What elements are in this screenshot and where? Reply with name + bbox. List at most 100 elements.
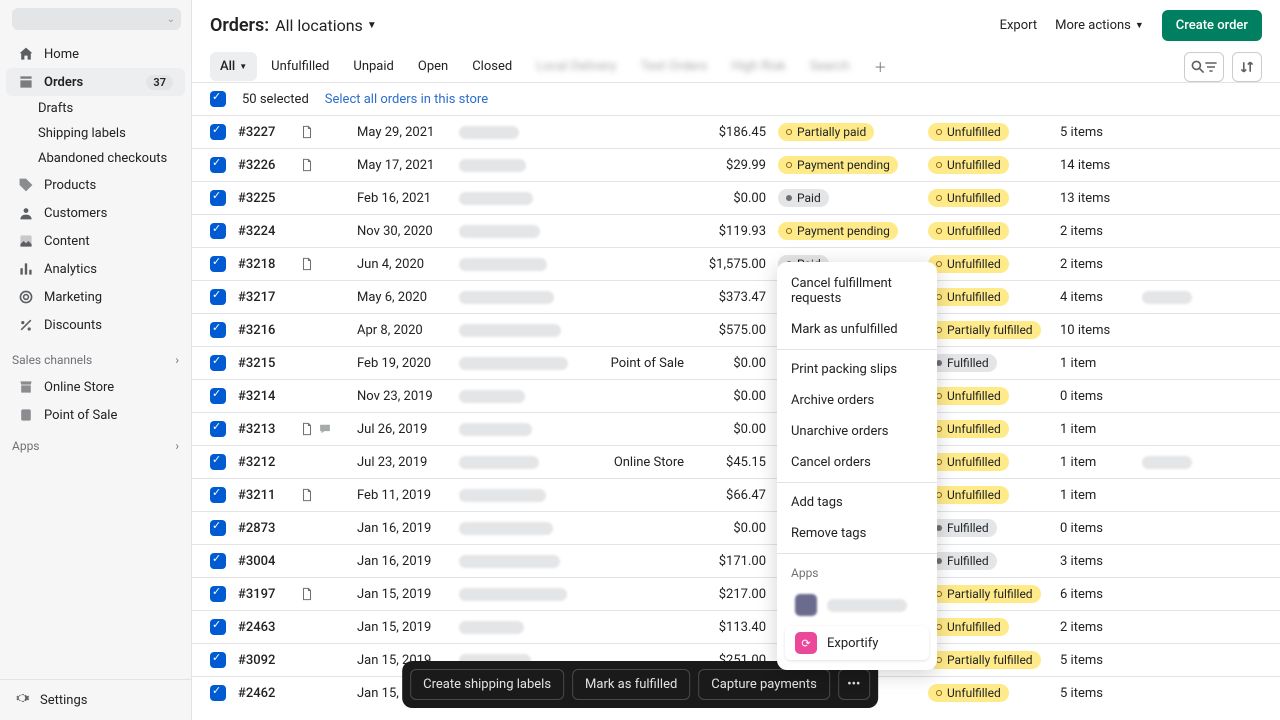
action-archive[interactable]: Archive orders xyxy=(777,385,937,416)
action-remove-tags[interactable]: Remove tags xyxy=(777,518,937,549)
nav-content[interactable]: Content xyxy=(6,227,185,255)
nav-label: Customers xyxy=(44,206,107,221)
order-notes xyxy=(300,158,345,172)
order-row[interactable]: #3197 Jan 15, 2019 $217.00 Partially ful… xyxy=(192,577,1280,610)
row-checkbox[interactable] xyxy=(210,223,226,239)
tab-custom[interactable]: Search xyxy=(800,52,860,81)
order-row[interactable]: #3226 May 17, 2021 $29.99 Payment pendin… xyxy=(192,148,1280,181)
action-add-tags[interactable]: Add tags xyxy=(777,487,937,518)
add-tab-button[interactable]: ＋ xyxy=(864,51,897,82)
nav-abandoned-checkouts[interactable]: Abandoned checkouts xyxy=(0,146,191,171)
channel-pos[interactable]: Point of Sale xyxy=(6,401,185,429)
nav-settings[interactable]: Settings xyxy=(0,679,191,720)
action-cancel-orders[interactable]: Cancel orders xyxy=(777,447,937,478)
tab-custom[interactable]: Test Orders xyxy=(630,52,717,81)
order-row[interactable]: #3225 Feb 16, 2021 $0.00 Paid Unfulfille… xyxy=(192,181,1280,214)
order-row[interactable]: #3227 May 29, 2021 $186.45 Partially pai… xyxy=(192,115,1280,148)
search-filter-button[interactable] xyxy=(1184,52,1224,82)
row-checkbox[interactable] xyxy=(210,157,226,173)
row-checkbox[interactable] xyxy=(210,190,226,206)
row-checkbox[interactable] xyxy=(210,586,226,602)
select-all-checkbox[interactable] xyxy=(210,91,226,107)
order-number: #2873 xyxy=(238,521,288,536)
app-exportify[interactable]: ⟳ Exportify xyxy=(785,626,929,660)
order-row[interactable]: #3004 Jan 16, 2019 $171.00 Fulfilled 3 i… xyxy=(192,544,1280,577)
action-cancel-fulfillment[interactable]: Cancel fulfillment requests xyxy=(777,268,937,314)
row-checkbox[interactable] xyxy=(210,520,226,536)
row-checkbox[interactable] xyxy=(210,652,226,668)
sales-channels-header[interactable]: Sales channels › xyxy=(0,343,191,373)
order-row[interactable]: #3212 Jul 23, 2019 Online Store $45.15 U… xyxy=(192,445,1280,478)
orders-badge: 37 xyxy=(146,75,173,90)
tab-unfulfilled[interactable]: Unfulfilled xyxy=(261,52,339,81)
tab-closed[interactable]: Closed xyxy=(462,52,522,81)
order-total: $45.15 xyxy=(696,455,766,470)
tab-all[interactable]: All▼ xyxy=(210,52,257,81)
channel-online-store[interactable]: Online Store xyxy=(6,373,185,401)
nav-customers[interactable]: Customers xyxy=(6,199,185,227)
sort-button[interactable] xyxy=(1232,52,1262,82)
location-selector[interactable]: All locations ▼ xyxy=(275,16,377,35)
order-date: Jan 16, 2019 xyxy=(357,554,447,569)
export-button[interactable]: Export xyxy=(1000,18,1038,33)
store-switcher[interactable]: ⌄ xyxy=(12,8,181,30)
row-checkbox[interactable] xyxy=(210,454,226,470)
item-count: 2 items xyxy=(1060,620,1130,635)
fulfillment-badge: Fulfilled xyxy=(928,552,997,570)
row-checkbox[interactable] xyxy=(210,355,226,371)
row-checkbox[interactable] xyxy=(210,553,226,569)
row-checkbox[interactable] xyxy=(210,289,226,305)
action-mark-unfulfilled[interactable]: Mark as unfulfilled xyxy=(777,314,937,345)
fulfillment-status: Unfulfilled xyxy=(928,222,1048,240)
order-row[interactable]: #2463 Jan 15, 2019 $113.40 Unfulfilled 2… xyxy=(192,610,1280,643)
order-row[interactable]: #3213 Jul 26, 2019 $0.00 Unfulfilled 1 i… xyxy=(192,412,1280,445)
order-row[interactable]: #3224 Nov 30, 2020 $119.93 Payment pendi… xyxy=(192,214,1280,247)
nav-shipping-labels[interactable]: Shipping labels xyxy=(0,121,191,146)
tab-open[interactable]: Open xyxy=(408,52,458,81)
row-checkbox[interactable] xyxy=(210,124,226,140)
row-checkbox[interactable] xyxy=(210,322,226,338)
row-checkbox[interactable] xyxy=(210,487,226,503)
mark-fulfilled-button[interactable]: Mark as fulfilled xyxy=(572,669,690,700)
order-row[interactable]: #3218 Jun 4, 2020 $1,575.00 Paid Unfulfi… xyxy=(192,247,1280,280)
action-unarchive[interactable]: Unarchive orders xyxy=(777,416,937,447)
nav-home[interactable]: Home xyxy=(6,40,185,68)
tab-unpaid[interactable]: Unpaid xyxy=(343,52,403,81)
order-date: Jul 26, 2019 xyxy=(357,422,447,437)
item-count: 5 items xyxy=(1060,125,1130,140)
app-item[interactable] xyxy=(785,588,929,622)
nav-products[interactable]: Products xyxy=(6,171,185,199)
fulfillment-badge: Unfulfilled xyxy=(928,453,1009,471)
nav-marketing[interactable]: Marketing xyxy=(6,283,185,311)
order-row[interactable]: #3215 Feb 19, 2020 Point of Sale $0.00 F… xyxy=(192,346,1280,379)
order-row[interactable]: #3211 Feb 11, 2019 $66.47 Unfulfilled 1 … xyxy=(192,478,1280,511)
row-checkbox[interactable] xyxy=(210,256,226,272)
create-shipping-labels-button[interactable]: Create shipping labels xyxy=(410,669,564,700)
tab-custom[interactable]: Local Delivery xyxy=(526,52,626,81)
order-row[interactable]: #3216 Apr 8, 2020 $575.00 Partially fulf… xyxy=(192,313,1280,346)
create-order-button[interactable]: Create order xyxy=(1162,10,1262,41)
more-actions-button[interactable]: More actions ▼ xyxy=(1055,18,1144,33)
nav-discounts[interactable]: Discounts xyxy=(6,311,185,339)
nav-analytics[interactable]: Analytics xyxy=(6,255,185,283)
action-print-packing[interactable]: Print packing slips xyxy=(777,354,937,385)
nav-orders[interactable]: Orders 37 xyxy=(6,68,185,96)
order-row[interactable]: #2873 Jan 16, 2019 $0.00 Fulfilled 0 ite… xyxy=(192,511,1280,544)
caret-down-icon: ▼ xyxy=(1135,20,1144,31)
row-checkbox[interactable] xyxy=(210,685,226,701)
row-checkbox[interactable] xyxy=(210,421,226,437)
select-all-link[interactable]: Select all orders in this store xyxy=(325,92,488,107)
tab-custom[interactable]: High Risk xyxy=(721,52,796,81)
order-total: $0.00 xyxy=(696,191,766,206)
row-checkbox[interactable] xyxy=(210,619,226,635)
apps-header[interactable]: Apps › xyxy=(0,429,191,459)
row-checkbox[interactable] xyxy=(210,388,226,404)
order-row[interactable]: #3214 Nov 23, 2019 $0.00 Unfulfilled 0 i… xyxy=(192,379,1280,412)
order-row[interactable]: #3217 May 6, 2020 $373.47 Unfulfilled 4 … xyxy=(192,280,1280,313)
more-bulk-actions-button[interactable]: ••• xyxy=(838,669,870,700)
capture-payments-button[interactable]: Capture payments xyxy=(698,669,830,700)
customer-redacted xyxy=(459,522,584,535)
order-total: $186.45 xyxy=(696,125,766,140)
fulfillment-status: Partially fulfilled xyxy=(928,321,1048,339)
nav-drafts[interactable]: Drafts xyxy=(0,96,191,121)
